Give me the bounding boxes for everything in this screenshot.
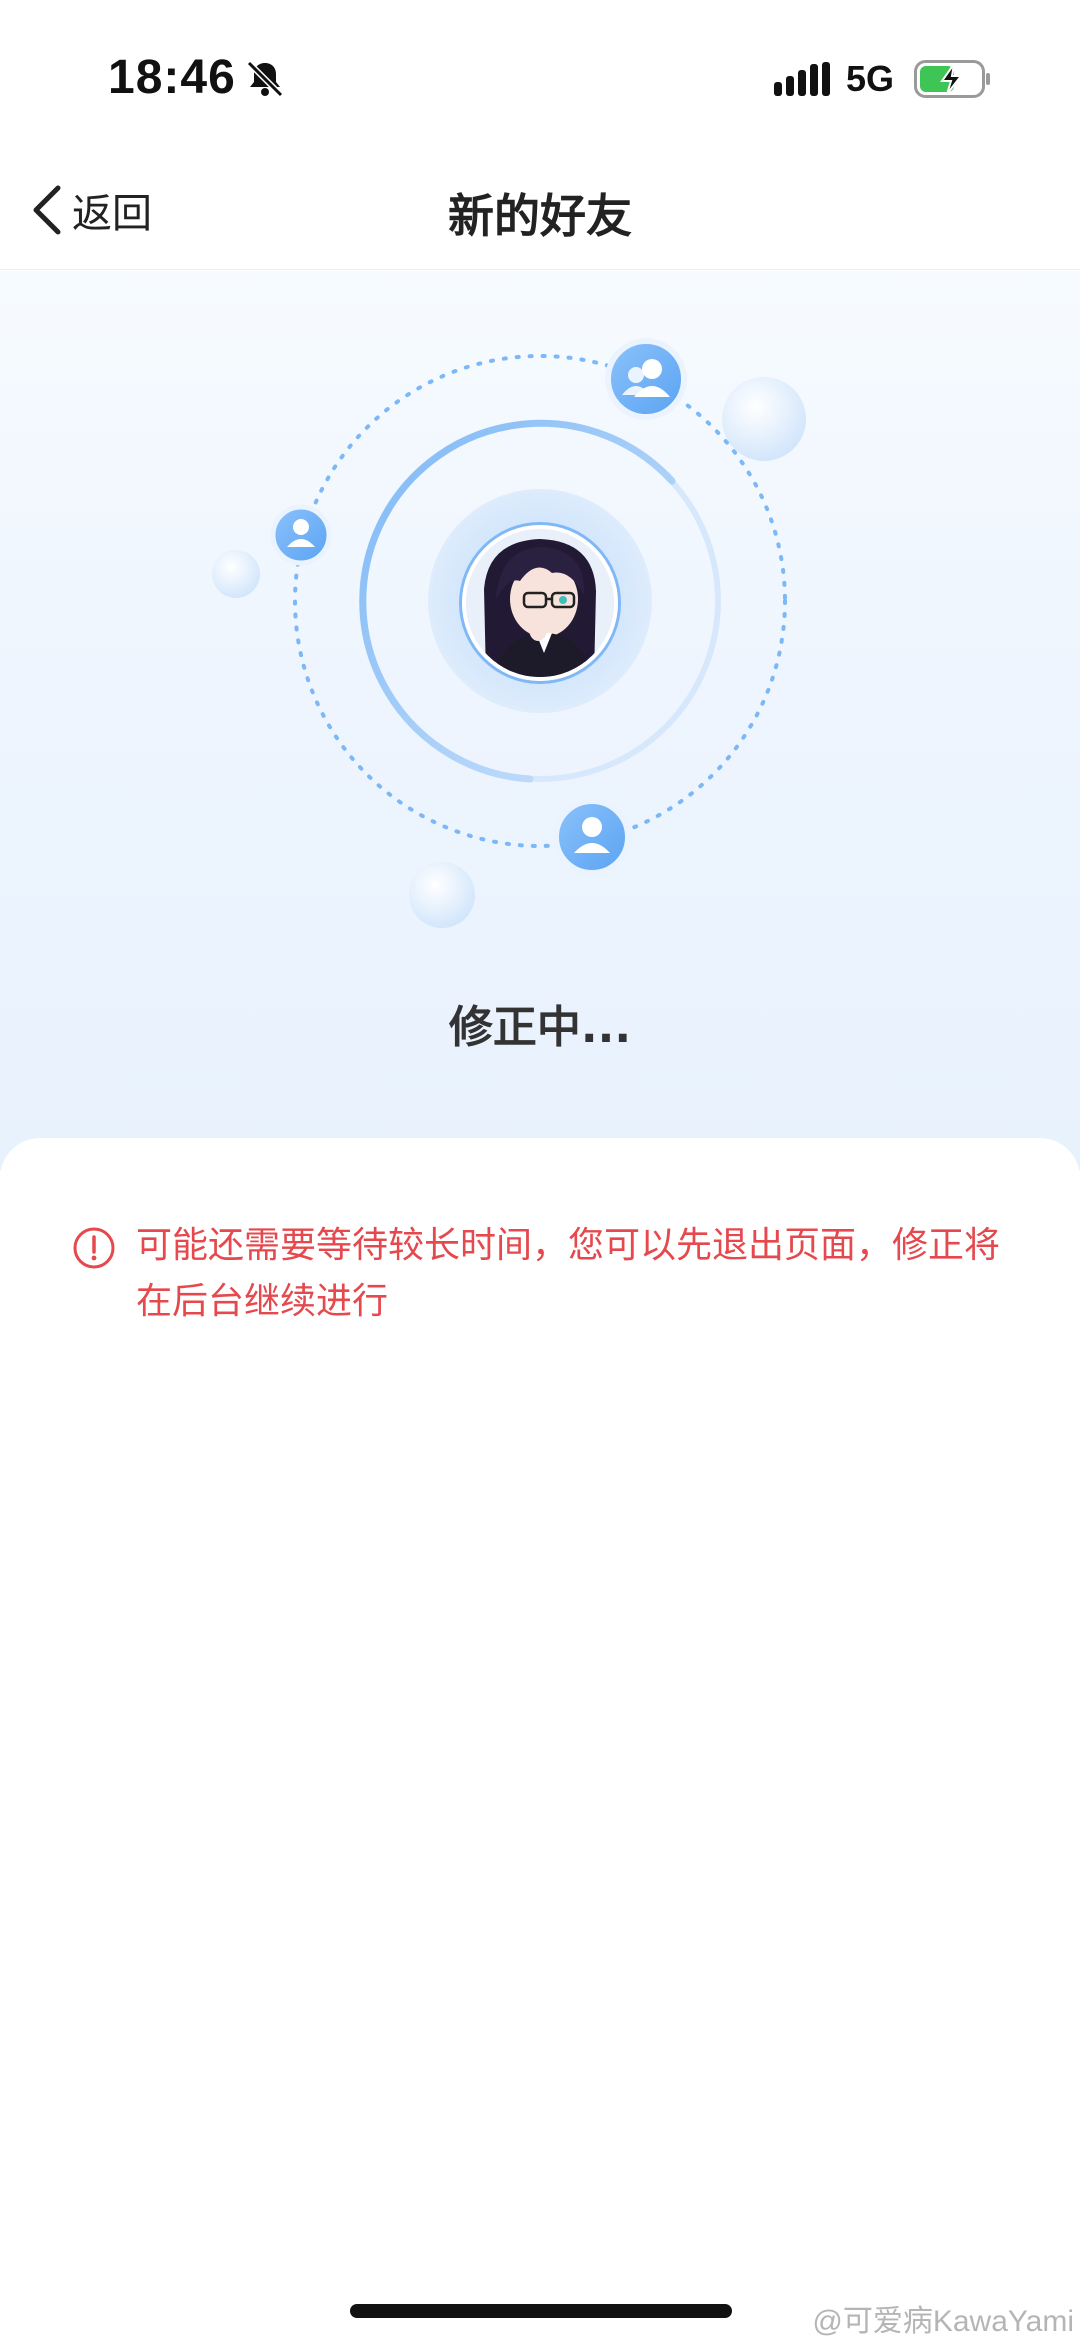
bell-muted-icon — [246, 60, 284, 98]
decor-bubble — [722, 377, 806, 461]
user-icon — [270, 504, 332, 566]
battery-charging-icon — [914, 60, 990, 98]
decor-bubble — [409, 862, 475, 928]
page-title: 新的好友 — [448, 189, 632, 243]
info-card: 可能还需要等待较长时间，您可以先退出页面，修正将在后台继续进行 — [0, 1138, 1080, 2342]
avatar-illustration — [466, 529, 614, 677]
signal-icon — [774, 62, 830, 96]
network-label: 5G — [846, 58, 895, 99]
home-indicator — [350, 2304, 732, 2318]
warning-text: 可能还需要等待较长时间，您可以先退出页面，修正将在后台继续进行 — [136, 1225, 1001, 1322]
warning-notice: 可能还需要等待较长时间，您可以先退出页面，修正将在后台继续进行 — [72, 1218, 1012, 1330]
group-icon — [605, 338, 687, 420]
user-avatar — [462, 525, 618, 681]
user-icon — [553, 798, 631, 876]
nav-bar: 返回 新的好友 — [0, 150, 1080, 270]
decor-bubble — [212, 550, 260, 598]
status-time: 18:46 — [108, 51, 236, 104]
status-bar: 18:46 5G — [0, 0, 1080, 150]
status-text: 修正中... — [448, 1002, 632, 1053]
watermark: @可爱病KawaYami — [812, 2305, 1074, 2338]
progress-hero: 修正中... — [0, 271, 1080, 1171]
exclamation-circle-icon — [73, 1227, 115, 1269]
